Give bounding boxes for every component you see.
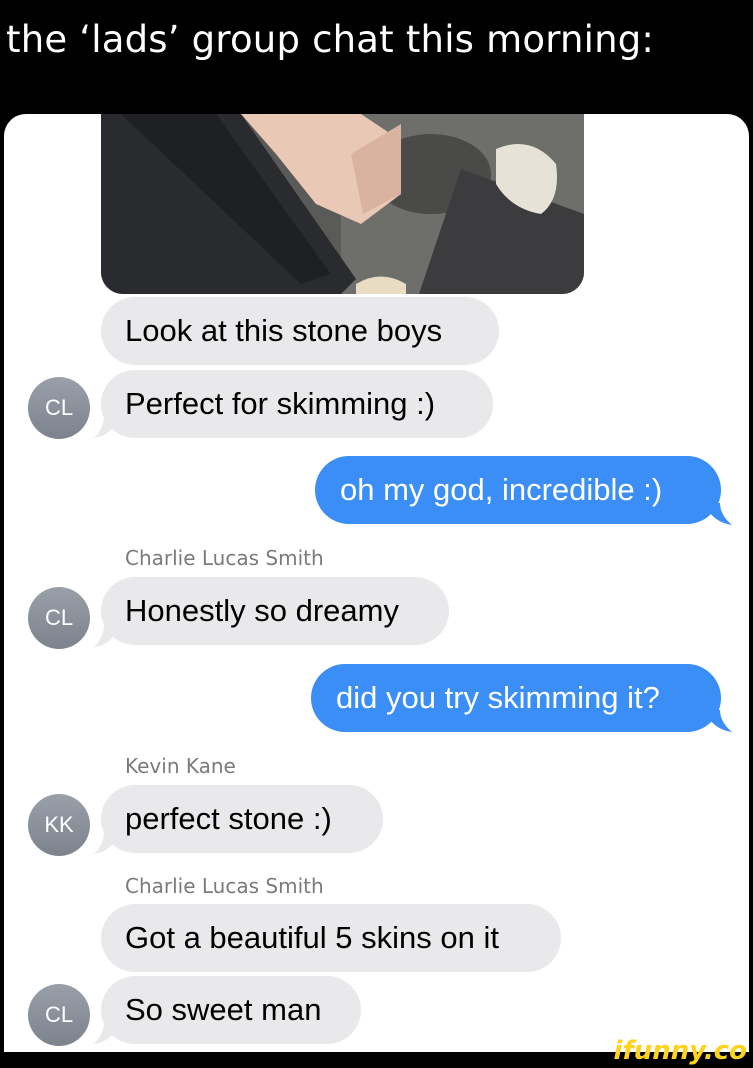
group-chat-screenshot: Look at this stone boys CL Perfect for s… [4, 114, 749, 1052]
avatar[interactable]: CL [28, 587, 90, 649]
meme-caption: the ‘lads’ group chat this morning: [6, 18, 655, 61]
message-text: So sweet man [125, 992, 322, 1027]
message-text: Perfect for skimming :) [125, 386, 436, 421]
avatar-initials: CL [44, 1002, 74, 1027]
message-bubble-incoming[interactable]: Honestly so dreamy [101, 577, 449, 645]
avatar[interactable]: CL [28, 377, 90, 439]
avatar-initials: CL [44, 605, 74, 630]
bubble-tail [710, 503, 732, 525]
message-text: Got a beautiful 5 skins on it [125, 920, 499, 955]
sender-name: Charlie Lucas Smith [125, 546, 324, 570]
message-bubble-incoming[interactable]: Perfect for skimming :) [101, 370, 493, 438]
message-bubble-incoming[interactable]: Look at this stone boys [101, 297, 499, 365]
message-bubble-incoming[interactable]: So sweet man [101, 976, 361, 1044]
message-bubble-outgoing[interactable]: did you try skimming it? [311, 664, 721, 732]
avatar-initials: CL [44, 395, 74, 420]
message-bubble-outgoing[interactable]: oh my god, incredible :) [315, 456, 721, 524]
sender-name: Kevin Kane [125, 754, 236, 778]
message-text: Look at this stone boys [125, 313, 443, 348]
bubble-tail [710, 710, 732, 732]
message-text: oh my god, incredible :) [340, 472, 663, 507]
avatar-initials: KK [44, 812, 74, 837]
message-text: perfect stone :) [125, 801, 332, 836]
avatar[interactable]: CL [28, 984, 90, 1046]
watermark-logo: ifunny.co [613, 1036, 747, 1066]
message-text: did you try skimming it? [336, 680, 660, 715]
shared-photo[interactable] [101, 114, 584, 294]
avatar[interactable]: KK [28, 794, 90, 856]
message-bubble-incoming[interactable]: perfect stone :) [101, 785, 383, 853]
stone-photo-image [101, 114, 584, 294]
sender-name: Charlie Lucas Smith [125, 874, 324, 898]
message-text: Honestly so dreamy [125, 593, 399, 628]
message-bubble-incoming[interactable]: Got a beautiful 5 skins on it [101, 904, 561, 972]
